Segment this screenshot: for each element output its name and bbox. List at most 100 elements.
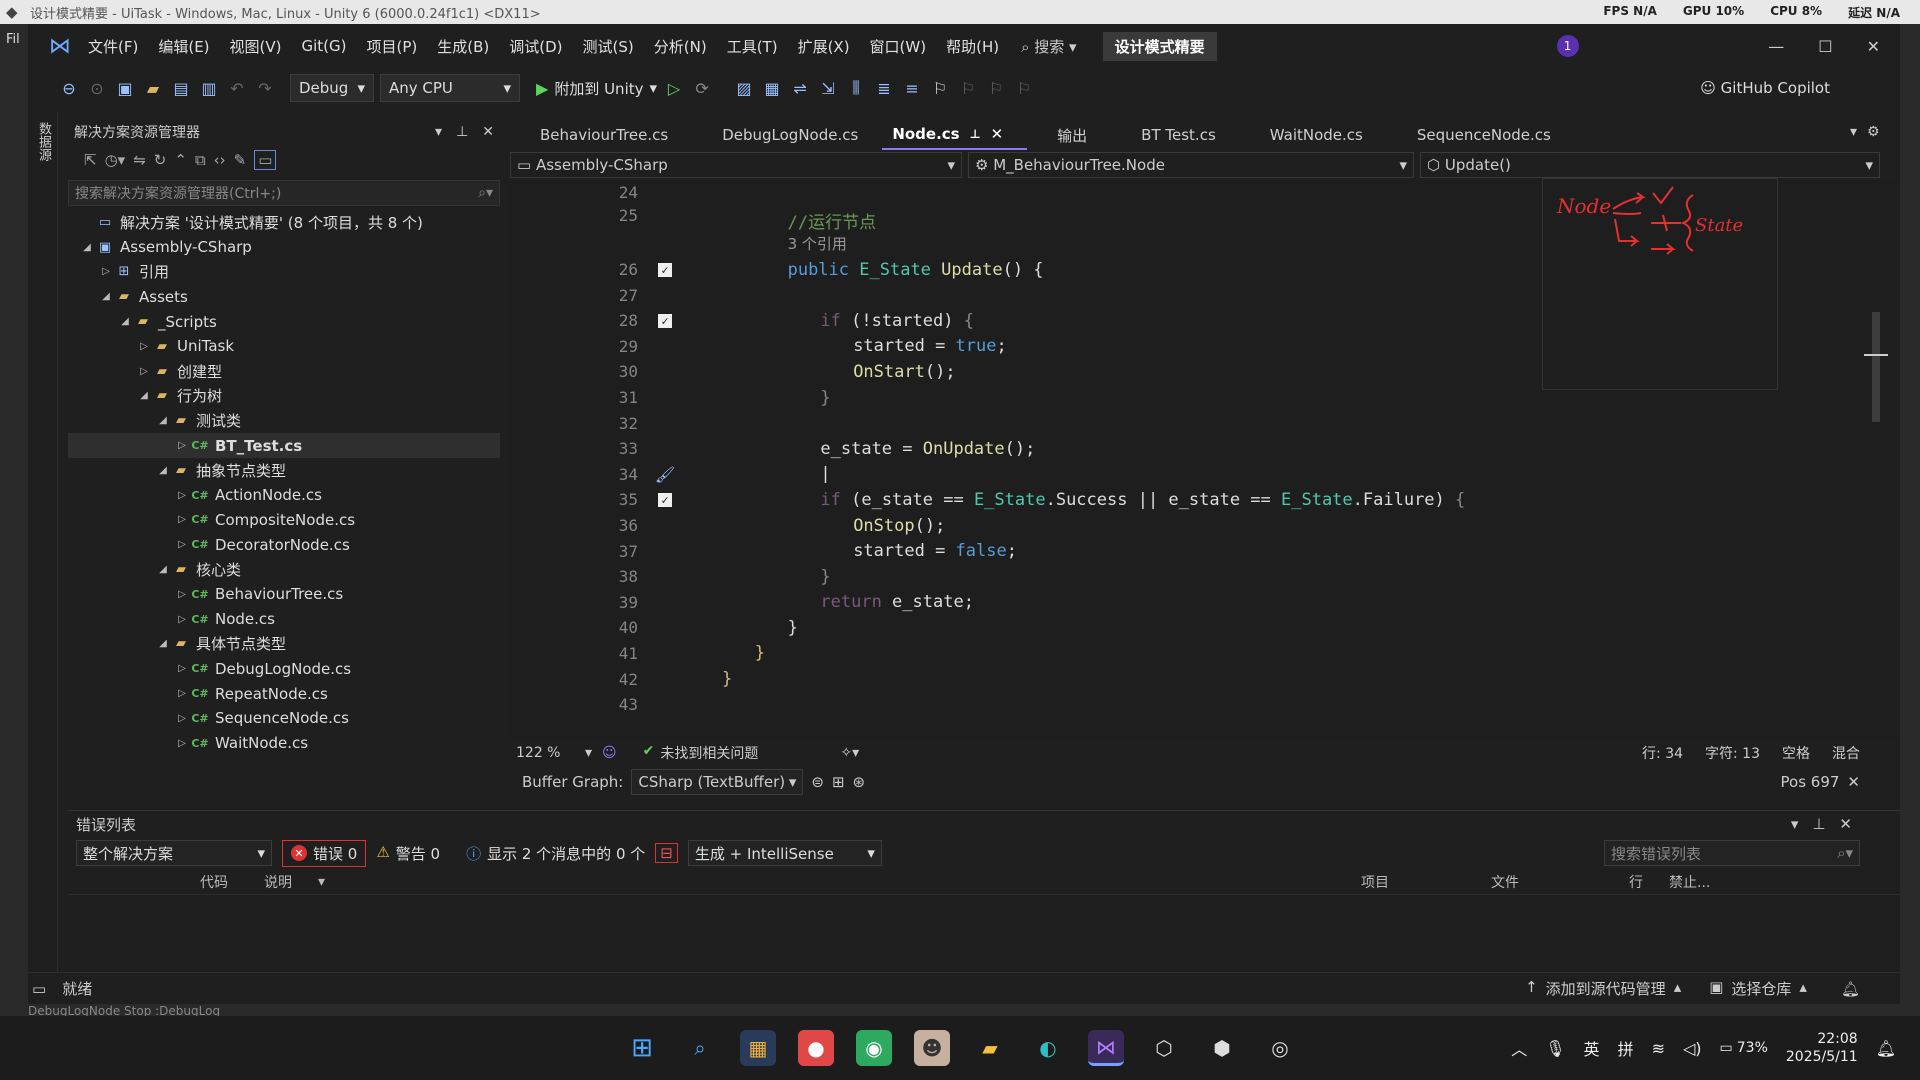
tree-folder-item[interactable]: ◢ ▰ 核心类 bbox=[68, 557, 500, 582]
column-project[interactable]: 项目 bbox=[1361, 872, 1491, 892]
fold-toggle[interactable]: ✓ bbox=[638, 492, 692, 507]
code-line[interactable]: 37 started = false; bbox=[510, 538, 1900, 564]
issues-indicator[interactable]: ✔ 未找到相关问题 bbox=[643, 743, 759, 763]
menu-test[interactable]: 测试(S) bbox=[573, 36, 644, 57]
collapsed-arrow-icon[interactable]: ▷ bbox=[175, 713, 189, 724]
editor-tab[interactable]: BT Test.cs bbox=[1111, 120, 1240, 150]
breakpoint-icon[interactable]: ⇲ bbox=[817, 79, 839, 98]
select-repo-button[interactable]: ▣ 选择仓库 ▴ bbox=[1709, 978, 1807, 999]
expanded-arrow-icon[interactable]: ◢ bbox=[80, 242, 94, 253]
sort-icon[interactable]: ▾ bbox=[318, 874, 325, 890]
start-without-debug-icon[interactable]: ▷ bbox=[663, 79, 685, 98]
buffer-tool-1-icon[interactable]: ⊜ bbox=[811, 773, 824, 791]
tree-folder-item[interactable]: ◢ ▰ 行为树 bbox=[68, 384, 500, 409]
add-to-source-control-button[interactable]: ↑ 添加到源代码管理 ▴ bbox=[1525, 978, 1681, 999]
menu-extensions[interactable]: 扩展(X) bbox=[788, 36, 860, 57]
fold-toggle[interactable]: ✓ bbox=[638, 313, 692, 328]
back-icon[interactable]: ⊖ bbox=[58, 79, 80, 98]
bookmark-next-icon[interactable]: ⚐ bbox=[985, 79, 1007, 98]
buffer-graph-dropdown[interactable]: CSharp (TextBuffer) ▾ bbox=[631, 769, 804, 795]
save-all-icon[interactable]: ▥ bbox=[198, 79, 220, 98]
buffer-tool-2-icon[interactable]: ⊞ bbox=[832, 773, 845, 791]
visual-studio-icon[interactable]: ⋈ bbox=[1088, 1030, 1124, 1066]
bookmark-clear-icon[interactable]: ⚐ bbox=[1013, 79, 1035, 98]
scrollbar-thumb[interactable] bbox=[1872, 312, 1880, 422]
pin-icon[interactable]: ⊥ bbox=[456, 124, 468, 140]
chevron-down-icon[interactable]: ▾ bbox=[435, 124, 442, 140]
error-search-input[interactable]: 搜索错误列表 ⌕▾ bbox=[1604, 840, 1860, 866]
type-dropdown[interactable]: ⚙ M_BehaviourTree.Node ▾ bbox=[968, 152, 1414, 178]
collapsed-arrow-icon[interactable]: ▷ bbox=[175, 490, 189, 501]
tree-file-item[interactable]: ▷ C# RepeatNode.cs bbox=[68, 681, 500, 706]
attach-unity-button[interactable]: ▶ 附加到 Unity ▾ bbox=[536, 78, 657, 99]
code-line[interactable]: 33 e_state = OnUpdate(); bbox=[510, 436, 1900, 462]
tree-folder-item[interactable]: ◢ ▰ 测试类 bbox=[68, 408, 500, 433]
whitespace-mode[interactable]: 空格 bbox=[1782, 743, 1810, 763]
close-tab-icon[interactable]: ✕ bbox=[991, 125, 1004, 143]
sync-icon[interactable]: ⇱ bbox=[84, 151, 97, 169]
ime-mode[interactable]: 拼 bbox=[1618, 1036, 1634, 1060]
collapse-icon[interactable]: ✓ bbox=[658, 492, 672, 507]
warnings-filter-button[interactable]: ⚠ 警告 0 bbox=[376, 843, 440, 864]
expanded-arrow-icon[interactable]: ◢ bbox=[156, 638, 170, 649]
tree-item[interactable]: ◢ ▣ Assembly-CSharp bbox=[68, 235, 500, 260]
menu-analyze[interactable]: 分析(N) bbox=[644, 36, 717, 57]
unity-hub-icon[interactable]: ⬢ bbox=[1204, 1030, 1240, 1066]
menu-project[interactable]: 项目(P) bbox=[357, 36, 428, 57]
open-icon[interactable]: ▰ bbox=[142, 79, 164, 98]
tree-item[interactable]: ▭ 解决方案 '设计模式精要' (8 个项目，共 8 个) bbox=[68, 210, 500, 235]
copy-icon[interactable]: ⧉ bbox=[195, 151, 206, 169]
layout-icon[interactable]: ▦ bbox=[761, 79, 783, 98]
build-source-dropdown[interactable]: 生成 + IntelliSense ▾ bbox=[687, 840, 882, 866]
column-file[interactable]: 文件 bbox=[1491, 872, 1629, 892]
tree-folder-item[interactable]: ◢ ▰ 具体节点类型 bbox=[68, 632, 500, 657]
avatar-app-icon[interactable]: ☻ bbox=[914, 1030, 950, 1066]
zoom-dropdown[interactable]: 122 % ▾ bbox=[516, 745, 592, 761]
cursor-char[interactable]: 字符: 13 bbox=[1705, 743, 1760, 763]
editor-tab[interactable]: 输出 bbox=[1027, 120, 1111, 150]
collapsed-arrow-icon[interactable]: ▷ bbox=[175, 589, 189, 600]
collapsed-arrow-icon[interactable]: ▷ bbox=[175, 688, 189, 699]
close-icon[interactable]: ✕ bbox=[1839, 815, 1852, 833]
menu-git[interactable]: Git(G) bbox=[292, 37, 357, 55]
editor-scrollbar[interactable] bbox=[1864, 182, 1888, 738]
menu-help[interactable]: 帮助(H) bbox=[936, 36, 1009, 57]
code-line[interactable]: 38} bbox=[510, 564, 1900, 590]
code-line[interactable]: 42} bbox=[510, 666, 1900, 692]
pin-icon[interactable]: ⊥ bbox=[1812, 815, 1825, 833]
editor-tab[interactable]: SequenceNode.cs bbox=[1387, 120, 1575, 150]
collapsed-arrow-icon[interactable]: ▷ bbox=[99, 266, 113, 277]
close-icon[interactable]: ✕ bbox=[1867, 37, 1880, 56]
switch-view-icon[interactable]: ⇋ bbox=[133, 151, 146, 169]
outdent-icon[interactable]: ≡ bbox=[901, 79, 923, 98]
member-dropdown[interactable]: ⬡ Update() ▾ bbox=[1420, 152, 1880, 178]
folder-icon[interactable]: ▨ bbox=[733, 79, 755, 98]
solution-search-input[interactable]: 搜索解决方案资源管理器(Ctrl+;) ⌕▾ bbox=[68, 180, 500, 206]
code-line[interactable]: 39 return e_state; bbox=[510, 590, 1900, 616]
collapsed-arrow-icon[interactable]: ▷ bbox=[137, 366, 151, 377]
tree-file-item[interactable]: ▷ C# SequenceNode.cs bbox=[68, 706, 500, 731]
code-line[interactable]: 34 🖌︎ | bbox=[510, 462, 1900, 488]
close-icon[interactable]: ✕ bbox=[1847, 773, 1860, 791]
chevron-down-icon[interactable]: ▾ bbox=[1791, 815, 1799, 833]
menu-view[interactable]: 视图(V) bbox=[220, 36, 292, 57]
windows-start-icon[interactable]: ⊞ bbox=[624, 1030, 660, 1066]
buffer-tool-3-icon[interactable]: ⊛ bbox=[853, 773, 866, 791]
chrome-icon[interactable]: ◎ bbox=[1262, 1030, 1298, 1066]
settings-icon[interactable]: ⚙ bbox=[1867, 124, 1880, 140]
expanded-arrow-icon[interactable]: ◢ bbox=[137, 390, 151, 401]
tree-file-item[interactable]: ▷ C# Node.cs bbox=[68, 607, 500, 632]
menu-build[interactable]: 生成(B) bbox=[427, 36, 499, 57]
github-copilot-button[interactable]: ☺ GitHub Copilot bbox=[1700, 79, 1830, 97]
collapsed-arrow-icon[interactable]: ▷ bbox=[175, 514, 189, 525]
save-icon[interactable]: ▤ bbox=[170, 79, 192, 98]
expanded-arrow-icon[interactable]: ◢ bbox=[156, 415, 170, 426]
microphone-icon[interactable]: 🎙︎ bbox=[1545, 1039, 1565, 1058]
side-tab-data-sources[interactable]: 数据源 bbox=[34, 122, 53, 161]
tree-file-item[interactable]: ▷ C# CompositeNode.cs bbox=[68, 508, 500, 533]
store-icon[interactable]: ▦ bbox=[740, 1030, 776, 1066]
output-icon[interactable]: ▭ bbox=[32, 980, 46, 998]
indent-icon[interactable]: ≣ bbox=[873, 79, 895, 98]
fold-toggle[interactable]: ✓ bbox=[638, 262, 692, 277]
tree-file-item[interactable]: ▷ C# BehaviourTree.cs bbox=[68, 582, 500, 607]
